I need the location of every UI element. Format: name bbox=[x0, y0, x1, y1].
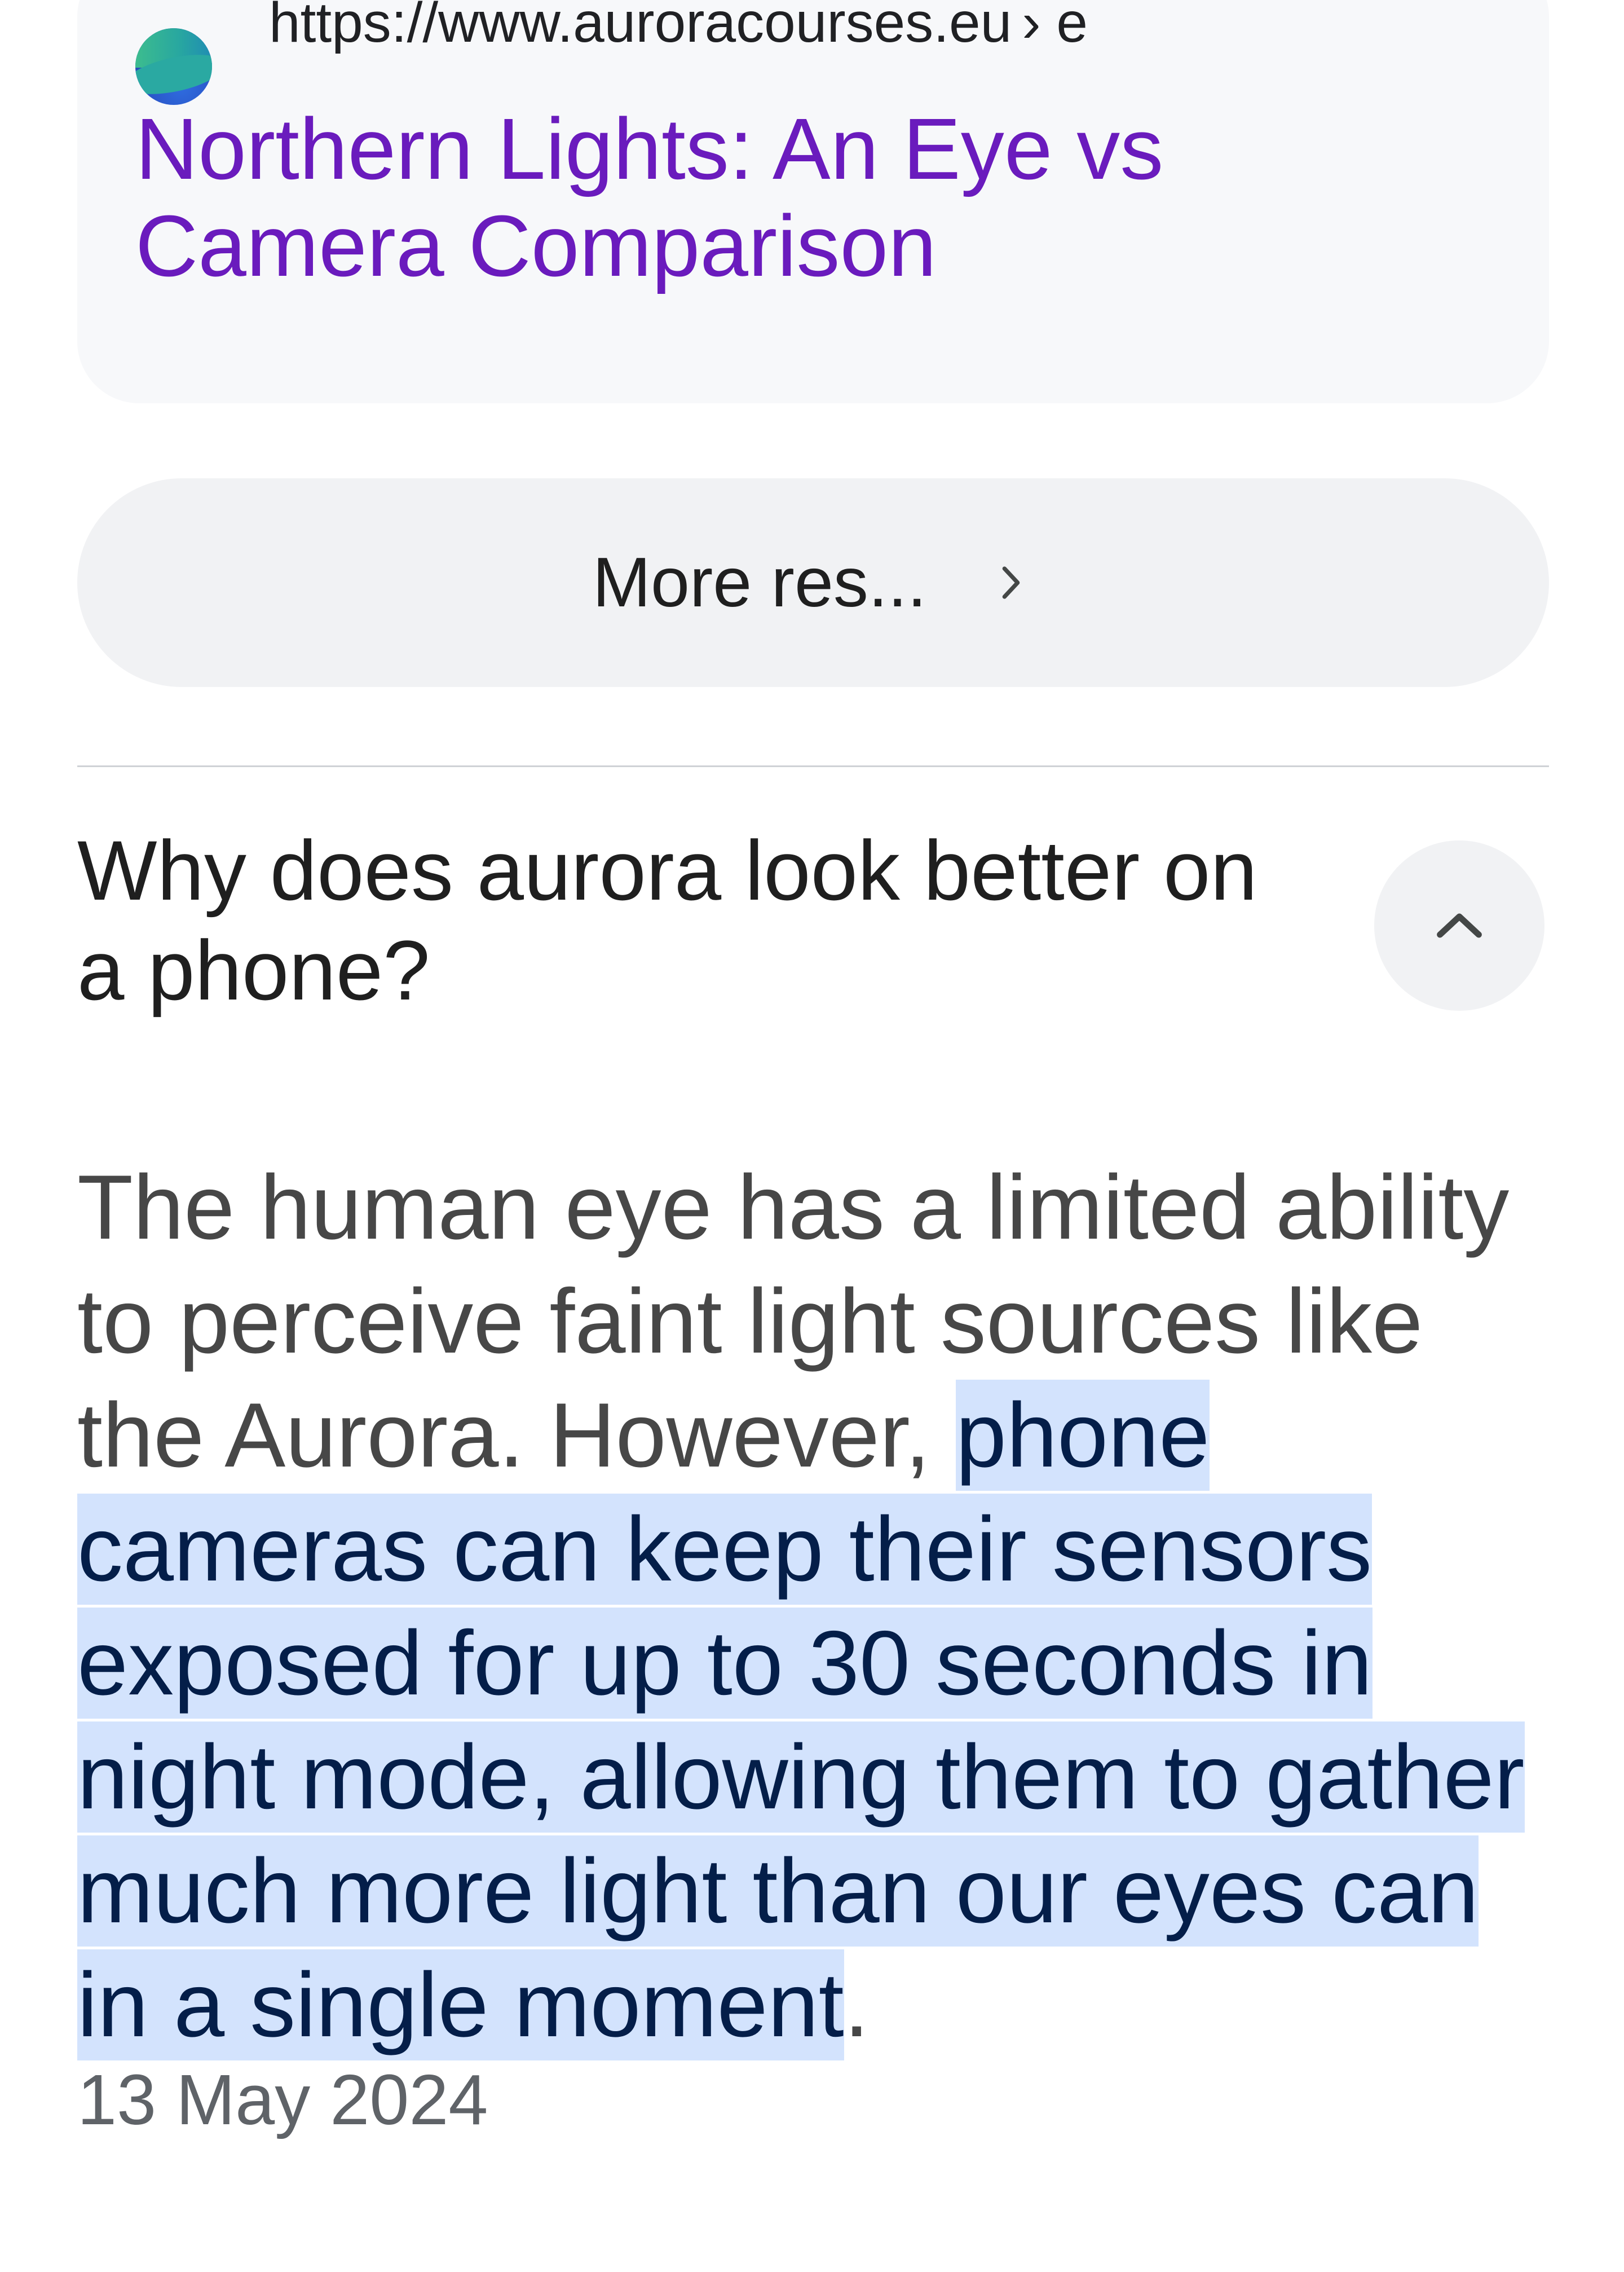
collapse-toggle-button[interactable] bbox=[1374, 840, 1544, 1011]
site-favicon-icon bbox=[135, 28, 212, 105]
breadcrumb-separator: › e bbox=[1022, 0, 1088, 54]
faq-answer: The human eye has a limited ability to p… bbox=[77, 1151, 1555, 2062]
chevron-up-icon bbox=[1437, 913, 1482, 938]
result-url[interactable]: https://www.auroracourses.eu › e bbox=[269, 0, 1352, 56]
chevron-right-icon bbox=[988, 560, 1034, 605]
result-title-link[interactable]: Northern Lights: An Eye vs Camera Compar… bbox=[135, 100, 1376, 294]
result-url-text: https://www.auroracourses.eu bbox=[269, 0, 1012, 54]
faq-question[interactable]: Why does aurora look better on a phone? bbox=[77, 821, 1290, 1020]
search-result-card[interactable]: https://www.auroracourses.eu › e Northern… bbox=[77, 0, 1549, 403]
section-divider bbox=[77, 765, 1549, 767]
answer-intro-text: The human eye has a limited ability to p… bbox=[77, 1156, 1510, 1486]
more-results-label: More res... bbox=[592, 544, 927, 622]
more-results-button[interactable]: More res... bbox=[77, 478, 1549, 687]
answer-end-text: . bbox=[844, 1954, 870, 2056]
answer-date: 13 May 2024 bbox=[77, 2060, 488, 2139]
